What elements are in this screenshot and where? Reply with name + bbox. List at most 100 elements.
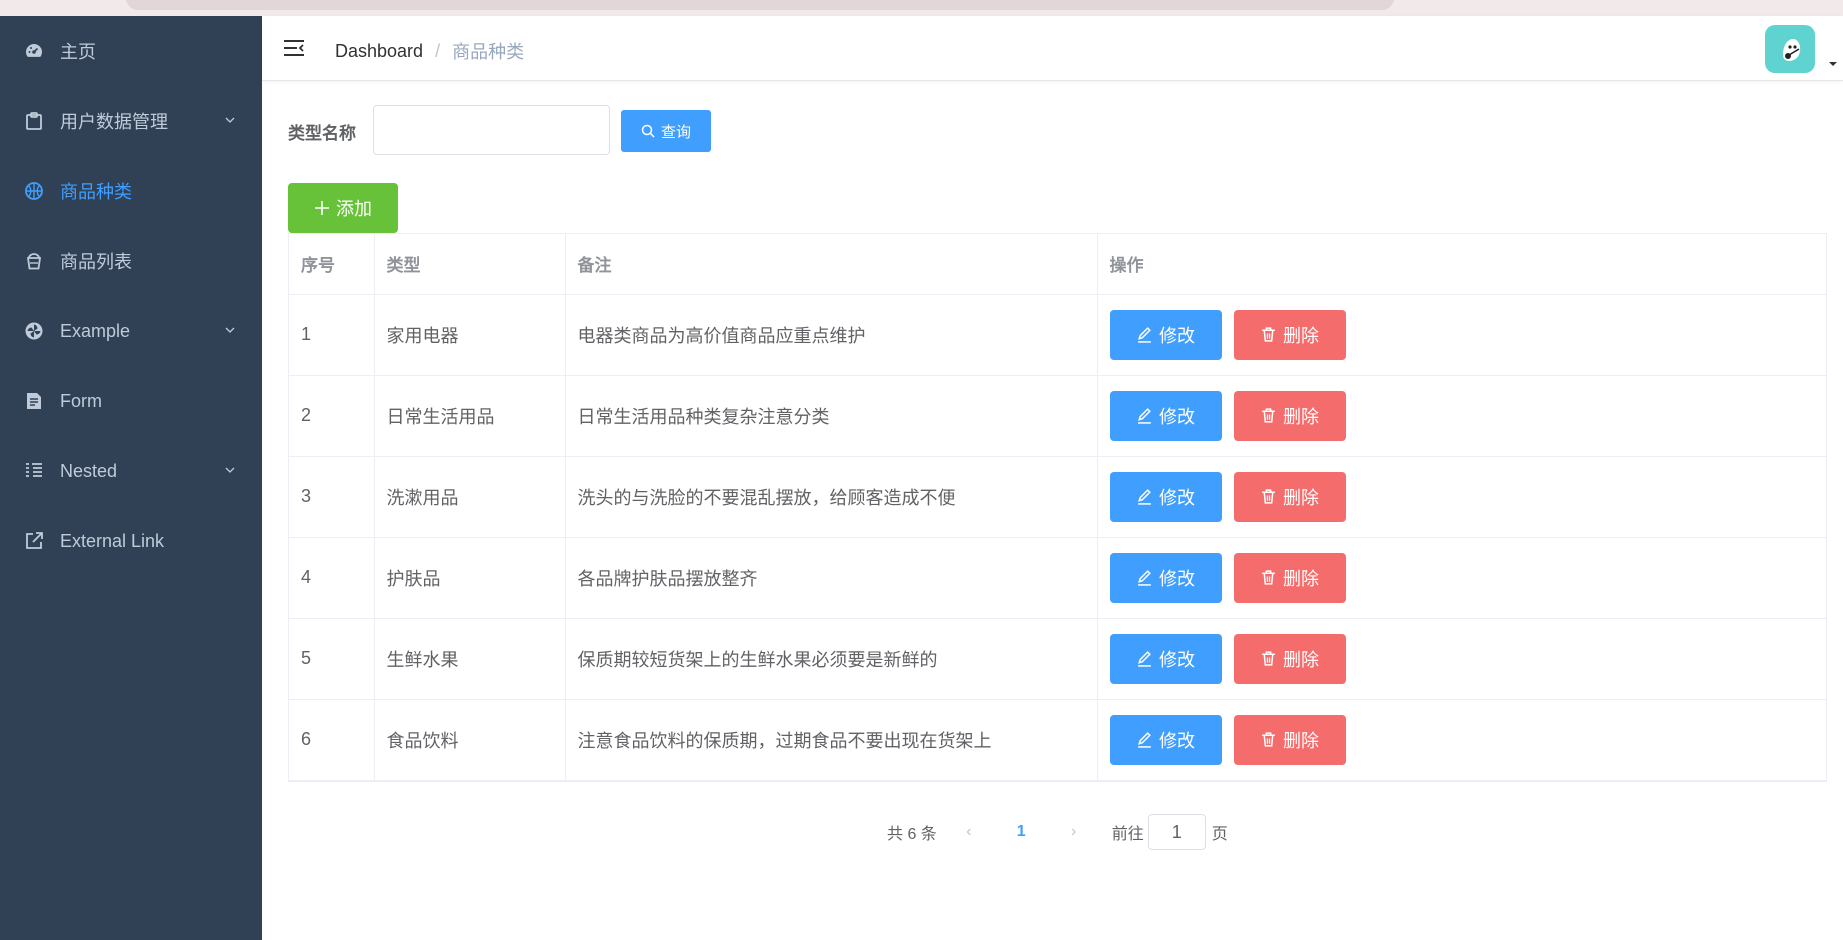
cell-actions: 修改 删除 <box>1097 456 1826 538</box>
main-content: 类型名称 查询 添加 序号 类型 备注 操作 1 家用电器 电器类商品为高价值商品应… <box>262 81 1843 940</box>
table-row: 6 食品饮料 注意食品饮料的保质期，过期食品不要出现在货架上 修改 删除 <box>289 699 1826 781</box>
trash-icon <box>1262 570 1275 585</box>
sidebar-item-label: 用户数据管理 <box>60 112 168 132</box>
query-button[interactable]: 查询 <box>621 110 711 152</box>
column-header-note: 备注 <box>565 234 1098 295</box>
sidebar-item-label: 商品列表 <box>60 252 132 272</box>
chevron-down-icon <box>225 117 235 123</box>
sidebar: 主页 用户数据管理 商品种类 商品列表 Example Form Nested … <box>0 16 262 940</box>
next-page-icon[interactable]: › <box>1064 823 1084 841</box>
cell-no: 4 <box>289 537 375 619</box>
breadcrumb-separator: / <box>435 40 441 61</box>
cell-no: 1 <box>289 294 375 376</box>
address-bar[interactable] <box>126 0 1394 10</box>
edit-button-label: 修改 <box>1159 406 1195 427</box>
sidebar-item-label: Example <box>60 320 131 341</box>
edit-icon <box>1138 327 1151 343</box>
browser-chrome-strip <box>0 0 1843 16</box>
sidebar-item-label: External Link <box>60 530 165 551</box>
breadcrumb: Dashboard / 商品种类 <box>335 38 524 64</box>
delete-button[interactable]: 删除 <box>1233 552 1346 603</box>
cell-actions: 修改 删除 <box>1097 618 1826 700</box>
cup-icon <box>24 251 44 271</box>
search-icon <box>641 124 655 138</box>
search-label: 类型名称 <box>288 124 356 143</box>
edit-button[interactable]: 修改 <box>1109 309 1222 360</box>
sidebar-item-nested[interactable]: Nested <box>0 436 262 506</box>
sidebar-item-form[interactable]: Form <box>0 366 262 436</box>
edit-icon <box>1138 651 1151 667</box>
edit-button[interactable]: 修改 <box>1109 390 1222 441</box>
cell-actions: 修改 删除 <box>1097 294 1826 376</box>
cell-type: 护肤品 <box>374 537 566 619</box>
hamburger-icon[interactable] <box>282 36 306 60</box>
cell-type: 洗漱用品 <box>374 456 566 538</box>
column-header-type: 类型 <box>374 234 566 295</box>
sidebar-item-label: 主页 <box>60 42 96 62</box>
plus-icon <box>315 201 329 215</box>
top-navbar: Dashboard / 商品种类 <box>262 16 1843 81</box>
prev-page-icon[interactable]: ‹ <box>959 823 979 841</box>
page-jump-input[interactable] <box>1147 814 1206 850</box>
edit-icon <box>1138 570 1151 586</box>
column-header-no: 序号 <box>289 234 375 295</box>
cell-actions: 修改 删除 <box>1097 375 1826 457</box>
table-row: 4 护肤品 各品牌护肤品摆放整齐 修改 删除 <box>289 537 1826 619</box>
page-number-current[interactable]: 1 <box>1017 823 1026 841</box>
edit-button-label: 修改 <box>1159 325 1195 346</box>
table-row: 2 日常生活用品 日常生活用品种类复杂注意分类 修改 删除 <box>289 375 1826 457</box>
cell-type: 生鲜水果 <box>374 618 566 700</box>
cell-note: 保质期较短货架上的生鲜水果必须要是新鲜的 <box>565 618 1098 700</box>
external-link-icon <box>24 531 44 551</box>
delete-button-label: 删除 <box>1283 325 1319 346</box>
edit-button[interactable]: 修改 <box>1109 471 1222 522</box>
edit-button-label: 修改 <box>1159 568 1195 589</box>
cell-note: 洗头的与洗脸的不要混乱摆放，给顾客造成不便 <box>565 456 1098 538</box>
sidebar-item-product-list[interactable]: 商品列表 <box>0 226 262 296</box>
delete-button[interactable]: 删除 <box>1233 309 1346 360</box>
avatar[interactable] <box>1765 25 1815 73</box>
basketball-icon <box>24 181 44 201</box>
sidebar-item-external-link[interactable]: External Link <box>0 506 262 576</box>
edit-button[interactable]: 修改 <box>1109 552 1222 603</box>
breadcrumb-dashboard[interactable]: Dashboard <box>335 41 423 62</box>
caret-down-icon[interactable] <box>1828 60 1838 68</box>
sidebar-item-example[interactable]: Example <box>0 296 262 366</box>
dashboard-icon <box>24 41 44 61</box>
clipboard-icon <box>24 111 44 131</box>
sidebar-item-category[interactable]: 商品种类 <box>0 156 262 226</box>
sidebar-item-home[interactable]: 主页 <box>0 16 262 86</box>
delete-button[interactable]: 删除 <box>1233 390 1346 441</box>
edit-button-label: 修改 <box>1159 730 1195 751</box>
edit-icon <box>1138 408 1151 424</box>
trash-icon <box>1262 732 1275 747</box>
edit-button[interactable]: 修改 <box>1109 633 1222 684</box>
sidebar-item-label: Nested <box>60 460 118 481</box>
edit-button-label: 修改 <box>1159 487 1195 508</box>
cell-note: 注意食品饮料的保质期，过期食品不要出现在货架上 <box>565 699 1098 781</box>
page-unit-label: 页 <box>1211 826 1228 843</box>
cell-no: 6 <box>289 699 375 781</box>
table-row: 1 家用电器 电器类商品为高价值商品应重点维护 修改 删除 <box>289 294 1826 376</box>
add-button[interactable]: 添加 <box>288 183 398 233</box>
sidebar-item-label: Form <box>60 390 102 411</box>
query-button-label: 查询 <box>660 123 691 141</box>
delete-button[interactable]: 删除 <box>1233 471 1346 522</box>
delete-button[interactable]: 删除 <box>1233 714 1346 765</box>
cell-note: 日常生活用品种类复杂注意分类 <box>565 375 1098 457</box>
cell-actions: 修改 删除 <box>1097 699 1826 781</box>
breadcrumb-current: 商品种类 <box>452 42 525 62</box>
delete-button-label: 删除 <box>1283 649 1319 670</box>
goto-label: 前往 <box>1111 826 1144 843</box>
sidebar-item-label: 商品种类 <box>60 182 132 202</box>
sidebar-item-user-data[interactable]: 用户数据管理 <box>0 86 262 156</box>
category-name-input[interactable] <box>373 105 610 155</box>
cell-type: 食品饮料 <box>374 699 566 781</box>
delete-button[interactable]: 删除 <box>1233 633 1346 684</box>
cell-actions: 修改 删除 <box>1097 537 1826 619</box>
trash-icon <box>1262 489 1275 504</box>
table-row: 3 洗漱用品 洗头的与洗脸的不要混乱摆放，给顾客造成不便 修改 删除 <box>289 456 1826 538</box>
edit-button[interactable]: 修改 <box>1109 714 1222 765</box>
chevron-down-icon <box>225 467 235 473</box>
add-button-label: 添加 <box>336 199 372 219</box>
